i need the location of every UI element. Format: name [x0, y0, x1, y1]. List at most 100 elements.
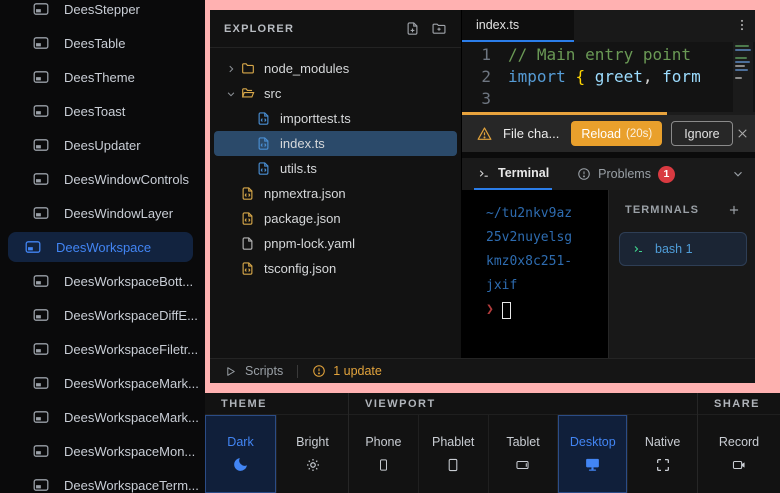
sidebar-item-deesworkspacemon[interactable]: DeesWorkspaceMon... — [8, 434, 193, 468]
explorer-title: EXPLORER — [224, 23, 405, 35]
tree-item-npmextra-json[interactable]: npmextra.json — [214, 181, 457, 206]
typescript-file-icon — [256, 161, 272, 177]
file-icon — [240, 236, 256, 252]
tree-item-index-ts[interactable]: index.ts — [214, 131, 457, 156]
terminal-output[interactable]: ~/tu2nkv9az25v2nuyelsgkmz0x8c251-jxif ❯ — [462, 190, 608, 358]
component-icon — [33, 104, 49, 118]
component-icon — [33, 36, 49, 50]
dees-workspace-panel: EXPLORER node_modulessrcimporttest.tsind… — [210, 10, 755, 383]
sidebar-item-deestable[interactable]: DeesTable — [8, 26, 193, 60]
warning-icon — [476, 126, 493, 142]
sidebar-item-deeswindowlayer[interactable]: DeesWindowLayer — [8, 196, 193, 230]
sidebar-item-deesworkspacediffe[interactable]: DeesWorkspaceDiffE... — [8, 298, 193, 332]
component-icon — [33, 478, 49, 492]
update-status[interactable]: 1 update — [333, 364, 382, 378]
tree-item-src[interactable]: src — [214, 81, 457, 106]
button-label: Dark — [227, 435, 253, 449]
component-sidebar: DeesStepper DeesTable DeesThemeDeesToast De… — [0, 0, 205, 493]
button-label: Phablet — [432, 435, 474, 449]
sidebar-item-label: DeesWorkspaceMark... — [64, 410, 199, 425]
component-icon — [33, 410, 49, 424]
sidebar-item-label: DeesWorkspaceDiffE... — [64, 308, 198, 323]
scripts-button[interactable]: Scripts — [245, 364, 283, 378]
terminal-line: 25v2nuyelsg — [486, 226, 608, 250]
folder-icon — [240, 61, 256, 77]
reload-countdown: (20s) — [626, 128, 652, 140]
reload-button[interactable]: Reload (20s) — [571, 121, 662, 146]
code-editor[interactable]: 1// Main entry point2import { greet, for… — [462, 42, 755, 112]
component-icon — [33, 376, 49, 390]
sidebar-item-deesworkspace[interactable]: DeesWorkspace — [8, 232, 193, 262]
tree-item-package-json[interactable]: package.json — [214, 206, 457, 231]
terminal-session-bash-1[interactable]: bash 1 — [619, 232, 747, 266]
ignore-button[interactable]: Ignore — [671, 121, 732, 146]
editor-tabbar: index.ts — [462, 10, 755, 42]
minimap[interactable] — [733, 42, 753, 112]
component-icon — [33, 342, 49, 356]
record-button[interactable]: Record — [698, 415, 780, 493]
sidebar-item-label: DeesTable — [64, 36, 125, 51]
button-label: Desktop — [570, 435, 616, 449]
sidebar-item-deesworkspacemark[interactable]: DeesWorkspaceMark... — [8, 366, 193, 400]
sidebar-item-label: DeesUpdater — [64, 138, 141, 153]
new-folder-icon[interactable] — [431, 21, 447, 36]
tab-index-ts[interactable]: index.ts — [462, 10, 574, 42]
tree-item-label: tsconfig.json — [264, 261, 336, 276]
sidebar-item-deesupdater[interactable]: DeesUpdater — [8, 128, 193, 162]
tree-item-utils-ts[interactable]: utils.ts — [214, 156, 457, 181]
toolbar-section-title: THEME — [205, 393, 348, 415]
tree-item-label: src — [264, 86, 281, 101]
tree-item-label: npmextra.json — [264, 186, 346, 201]
sidebar-item-deesworkspaceterm[interactable]: DeesWorkspaceTerm... — [8, 468, 193, 493]
chevron-down-icon[interactable] — [731, 167, 745, 181]
tree-item-node-modules[interactable]: node_modules — [214, 56, 457, 81]
sidebar-item-deeswindowcontrols[interactable]: DeesWindowControls — [8, 162, 193, 196]
close-icon[interactable] — [733, 127, 752, 140]
tab-terminal[interactable]: Terminal — [474, 158, 552, 190]
native-button[interactable]: Native — [628, 415, 697, 493]
add-terminal-icon[interactable] — [727, 203, 741, 217]
toolbar-section-title: SHARE — [698, 393, 780, 415]
sidebar-item-label: DeesWorkspaceBott... — [64, 274, 193, 289]
tab-problems[interactable]: Problems 1 — [574, 158, 678, 190]
component-icon — [33, 206, 49, 220]
dark-button[interactable]: Dark — [205, 415, 277, 493]
sidebar-item-deesworkspacemark[interactable]: DeesWorkspaceMark... — [8, 400, 193, 434]
button-label: Tablet — [506, 435, 539, 449]
tablet-button[interactable]: Tablet — [489, 415, 559, 493]
toolbar-section-title: VIEWPORT — [349, 393, 697, 415]
sidebar-item-deestheme[interactable]: DeesTheme — [8, 60, 193, 94]
bright-button[interactable]: Bright — [277, 415, 348, 493]
tree-item-pnpm-lock-yaml[interactable]: pnpm-lock.yaml — [214, 231, 457, 256]
notification-message: File cha... — [503, 126, 559, 141]
tree-item-label: pnpm-lock.yaml — [264, 236, 355, 251]
component-icon — [33, 172, 49, 186]
phablet-button[interactable]: Phablet — [419, 415, 489, 493]
record-icon — [730, 456, 748, 474]
sidebar-item-deesworkspacefiletr[interactable]: DeesWorkspaceFiletr... — [8, 332, 193, 366]
desktop-button[interactable]: Desktop — [558, 415, 628, 493]
more-actions-icon[interactable] — [735, 17, 749, 33]
sidebar-item-deestoast[interactable]: DeesToast — [8, 94, 193, 128]
tree-item-label: node_modules — [264, 61, 349, 76]
desktop-icon — [583, 456, 602, 474]
json-file-icon — [240, 211, 256, 227]
tree-item-tsconfig-json[interactable]: tsconfig.json — [214, 256, 457, 281]
sidebar-item-deesstepper[interactable]: DeesStepper — [8, 0, 193, 26]
file-tree: node_modulessrc importtest.tsindex.ts util… — [210, 48, 461, 281]
phone-button[interactable]: Phone — [349, 415, 419, 493]
sidebar-item-deesworkspacebott[interactable]: DeesWorkspaceBott... — [8, 264, 193, 298]
update-icon — [312, 364, 326, 378]
terminal-tab-label: Terminal — [498, 166, 549, 180]
statusbar-divider — [297, 365, 298, 378]
terminal-line: jxif — [486, 274, 608, 298]
component-list: DeesStepper DeesTable DeesThemeDeesToast De… — [0, 0, 205, 493]
tree-item-importtest-ts[interactable]: importtest.ts — [214, 106, 457, 131]
tree-item-label: utils.ts — [280, 161, 317, 176]
bottom-toolbar: THEME Dark BrightVIEWPORTPhone Phablet Table… — [205, 393, 780, 493]
line-number: 3 — [462, 88, 508, 110]
sun-icon — [304, 456, 322, 474]
terminal-line: kmz0x8c251- — [486, 250, 608, 274]
folder-open-icon — [240, 86, 256, 102]
new-file-icon[interactable] — [405, 21, 420, 36]
